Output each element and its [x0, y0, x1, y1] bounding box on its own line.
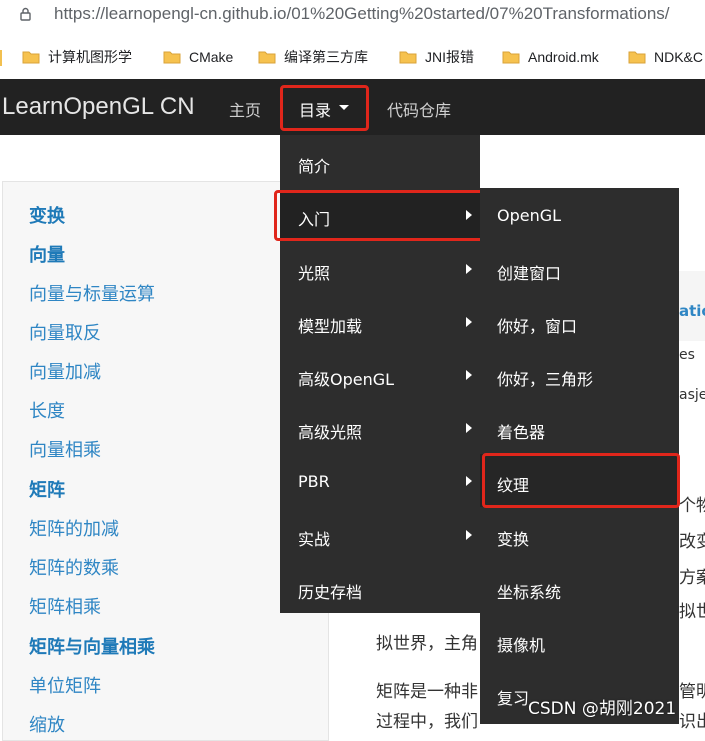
watermark-text: CSDN @胡刚2021 [528, 699, 677, 719]
content-text: atic [679, 302, 705, 320]
bookmark-item[interactable]: 编译第三方库 [258, 46, 368, 68]
menu-item-pbr[interactable]: PBR [298, 472, 330, 491]
submenu-item-camera[interactable]: 摄像机 [497, 632, 545, 656]
address-bar[interactable]: https://learnopengl-cn.github.io/01%20Ge… [0, 0, 705, 30]
menu-item-in-practice[interactable]: 实战 [298, 526, 330, 550]
bookmark-label: 编译第三方库 [284, 49, 368, 65]
sidebar-item[interactable]: 矩阵 [29, 476, 65, 502]
chevron-right-icon [466, 264, 472, 274]
submenu-item-transformations[interactable]: 变换 [497, 526, 529, 550]
nav-directory-toggle[interactable]: 目录 [299, 97, 331, 121]
content-text: 方案 [679, 568, 705, 588]
nav-home-link[interactable]: 主页 [229, 97, 261, 121]
menu-item-archive[interactable]: 历史存档 [298, 579, 362, 603]
site-navbar: LearnOpenGL CN 主页 目录 代码仓库 [0, 79, 705, 135]
submenu-item-creating-window[interactable]: 创建窗口 [497, 260, 561, 284]
bookmark-item[interactable]: NDK&C [628, 46, 703, 68]
nav-repo-link[interactable]: 代码仓库 [387, 97, 451, 121]
sidebar-item[interactable]: 缩放 [29, 711, 65, 737]
content-text: es [679, 347, 695, 363]
lock-icon[interactable] [20, 7, 31, 21]
chevron-right-icon [466, 530, 472, 540]
sidebar-item[interactable]: 向量与标量运算 [29, 280, 155, 306]
submenu-item-shaders[interactable]: 着色器 [497, 419, 545, 443]
bookmarks-bar: 计算机图形学 CMake 编译第三方库 JNI报错 Android.mk NDK… [0, 40, 705, 74]
menu-item-advanced-opengl[interactable]: 高级OpenGL [298, 366, 394, 390]
content-text: 拟世 [679, 602, 705, 622]
submenu-item-opengl[interactable]: OpenGL [497, 206, 561, 225]
submenu-item-review[interactable]: 复习 [497, 685, 529, 709]
sidebar-item[interactable]: 单位矩阵 [29, 672, 101, 698]
submenu-item-hello-triangle[interactable]: 你好，三角形 [497, 366, 593, 390]
highlight-box-textures: 纹理 [482, 453, 680, 508]
chevron-right-icon [466, 370, 472, 380]
bookmark-item[interactable]: CMake [163, 46, 233, 68]
bookmark-label: CMake [189, 49, 234, 65]
content-text: 改变 [679, 532, 705, 552]
content-text: 过程中，我们 [376, 712, 478, 732]
chevron-right-icon [466, 423, 472, 433]
folder-icon [399, 51, 417, 64]
sidebar-item[interactable]: 矩阵的加减 [29, 515, 119, 541]
folder-icon [22, 51, 40, 64]
bookmark-edge-folder-icon[interactable] [0, 50, 6, 66]
bookmark-label: 计算机图形学 [48, 49, 132, 65]
submenu-item-textures[interactable]: 纹理 [497, 472, 529, 496]
chevron-right-icon [466, 476, 472, 486]
chevron-right-icon [466, 317, 472, 327]
caret-down-icon [339, 105, 349, 110]
sidebar-item[interactable]: 矩阵的数乘 [29, 554, 119, 580]
content-text: 识出 [679, 712, 705, 732]
content-text: asje [679, 387, 705, 403]
folder-icon [258, 51, 276, 64]
menu-item-lighting[interactable]: 光照 [298, 260, 330, 284]
menu-item-intro[interactable]: 简介 [298, 153, 330, 177]
bookmark-label: NDK&C [654, 49, 704, 65]
content-text: 个物 [679, 496, 705, 516]
folder-icon [163, 51, 181, 64]
sidebar-item[interactable]: 变换 [29, 202, 65, 228]
bookmark-item[interactable]: 计算机图形学 [22, 46, 132, 68]
sidebar-item[interactable]: 向量加减 [29, 358, 101, 384]
submenu-item-hello-window[interactable]: 你好，窗口 [497, 313, 577, 337]
bookmark-label: JNI报错 [425, 49, 474, 65]
folder-icon [502, 51, 520, 64]
sidebar-item[interactable]: 矩阵相乘 [29, 593, 101, 619]
sidebar-item[interactable]: 长度 [29, 397, 65, 423]
content-text: 矩阵是一种非 [376, 682, 478, 702]
site-brand[interactable]: LearnOpenGL CN [2, 93, 195, 121]
sidebar-item[interactable]: 向量相乘 [29, 436, 101, 462]
menu-item-advanced-lighting[interactable]: 高级光照 [298, 419, 362, 443]
bookmark-label: Android.mk [528, 49, 599, 65]
sidebar-item[interactable]: 向量取反 [29, 319, 101, 345]
bookmark-item[interactable]: JNI报错 [399, 46, 474, 68]
content-text: 管明 [679, 682, 705, 702]
url-text[interactable]: https://learnopengl-cn.github.io/01%20Ge… [54, 4, 670, 24]
sidebar-item[interactable]: 矩阵与向量相乘 [29, 633, 155, 659]
content-text: 拟世界，主角 [376, 634, 478, 654]
submenu-item-coordinate-systems[interactable]: 坐标系统 [497, 579, 561, 603]
menu-item-model-loading[interactable]: 模型加载 [298, 313, 362, 337]
folder-icon [628, 51, 646, 64]
sidebar-item[interactable]: 向量 [29, 241, 65, 267]
highlight-box-getting-started [274, 190, 487, 241]
bookmark-item[interactable]: Android.mk [502, 46, 599, 68]
